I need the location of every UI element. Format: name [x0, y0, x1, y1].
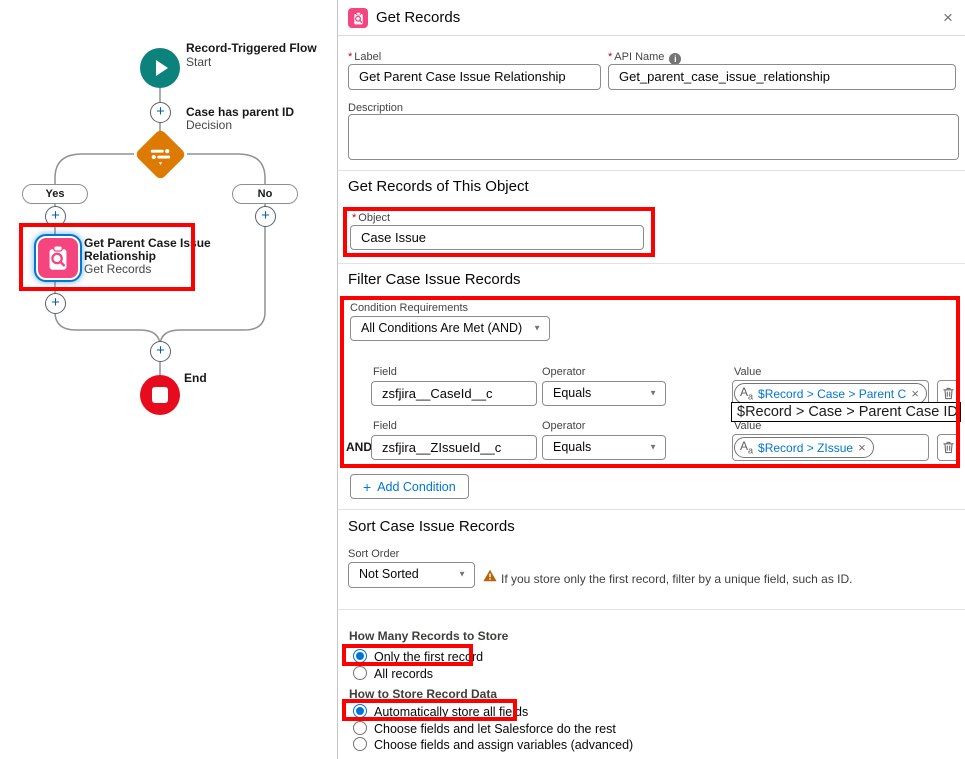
get-records-header-icon [348, 8, 368, 28]
decision-icon [148, 142, 174, 168]
add-condition-button[interactable]: + Add Condition [350, 474, 469, 499]
radio-only-first-record[interactable] [353, 649, 367, 663]
condition-requirements-label: Condition Requirements [350, 302, 468, 314]
api-name-input[interactable]: Get_parent_case_issue_relationship [608, 64, 956, 90]
plus-icon: + [156, 103, 165, 120]
value-pill[interactable]: Aa $Record > ZIssue × [734, 437, 874, 458]
value-pill-text: $Record > Case > Parent Ca... [758, 387, 906, 401]
start-node[interactable] [140, 48, 180, 88]
remove-value-icon[interactable]: × [858, 440, 866, 455]
chevron-down-icon: ▼ [533, 316, 541, 339]
object-field-label: *Object [352, 212, 390, 224]
radio-auto-store-all-fields[interactable] [353, 704, 367, 718]
remove-value-icon[interactable]: × [911, 386, 919, 401]
radio-all-records[interactable] [353, 666, 367, 680]
plus-icon: + [51, 294, 60, 311]
radio-label[interactable]: All records [374, 667, 433, 681]
start-node-subtitle: Start [186, 56, 211, 69]
value-column-label: Value [734, 366, 761, 378]
panel-header: Get Records × [338, 0, 965, 36]
operator-column-label: Operator [542, 366, 585, 378]
add-element-button[interactable]: + [45, 206, 66, 227]
trash-icon [942, 440, 955, 455]
value-pill-text: $Record > ZIssue [758, 441, 853, 455]
text-type-icon: Aa [740, 386, 753, 401]
and-operator-label: AND [346, 440, 372, 454]
sort-order-label: Sort Order [348, 548, 399, 560]
branch-label-yes[interactable]: Yes [22, 184, 88, 204]
label-input[interactable]: Get Parent Case Issue Relationship [348, 64, 601, 90]
description-label: Description [348, 102, 403, 114]
required-marker: * [608, 51, 612, 63]
object-input[interactable]: Case Issue [350, 225, 644, 250]
start-node-title: Record-Triggered Flow [186, 42, 317, 55]
filter-field-input[interactable]: zsfjira__CaseId__c [371, 381, 537, 406]
value-pill[interactable]: Aa $Record > Case > Parent Ca... × [734, 383, 927, 404]
branch-label-no[interactable]: No [232, 184, 298, 204]
label-field-label: *Label [348, 51, 381, 63]
get-records-config-panel: Get Records × *Label Get Parent Case Iss… [337, 0, 965, 759]
field-column-label: Field [373, 420, 397, 432]
delete-condition-button[interactable] [937, 434, 960, 461]
chevron-down-icon: ▼ [458, 563, 466, 586]
text-type-icon: Aa [740, 440, 753, 455]
sort-order-select[interactable]: Not Sorted ▼ [348, 562, 475, 588]
sort-section-heading: Sort Case Issue Records [348, 518, 515, 535]
object-section-heading: Get Records of This Object [348, 178, 529, 195]
chevron-down-icon: ▼ [649, 381, 657, 404]
flow-canvas[interactable]: Record-Triggered Flow Start + + + + + Ca… [0, 0, 337, 759]
panel-title: Get Records [376, 9, 460, 26]
filter-value-input[interactable]: Aa $Record > ZIssue × [732, 434, 929, 461]
chevron-down-icon: ▼ [649, 435, 657, 458]
play-icon [140, 48, 180, 88]
value-tooltip: $Record > Case > Parent Case ID [731, 402, 961, 422]
get-records-node[interactable] [36, 236, 80, 280]
stop-icon [152, 387, 168, 403]
plus-icon: + [156, 342, 165, 359]
add-element-button[interactable]: + [150, 102, 171, 123]
condition-requirements-select[interactable]: All Conditions Are Met (AND) ▼ [350, 316, 550, 341]
end-node[interactable] [140, 375, 180, 415]
sort-warning-text: If you store only the first record, filt… [501, 572, 853, 586]
store-count-heading: How Many Records to Store [349, 629, 508, 643]
filter-section-heading: Filter Case Issue Records [348, 271, 521, 288]
description-textarea[interactable] [348, 114, 959, 160]
filter-field-input[interactable]: zsfjira__ZIssueId__c [371, 435, 537, 460]
decision-node-subtitle: Decision [186, 119, 232, 132]
add-element-button[interactable]: + [150, 341, 171, 362]
operator-column-label: Operator [542, 420, 585, 432]
filter-operator-select[interactable]: Equals ▼ [542, 435, 666, 460]
required-marker: * [352, 212, 356, 224]
required-marker: * [348, 51, 352, 63]
radio-label[interactable]: Only the first record [374, 650, 483, 664]
add-element-button[interactable]: + [255, 206, 276, 227]
trash-icon [942, 386, 955, 401]
radio-choose-fields-salesforce[interactable] [353, 721, 367, 735]
get-records-node-subtitle: Get Records [84, 263, 151, 276]
get-records-icon [43, 243, 73, 273]
radio-choose-fields-advanced[interactable] [353, 737, 367, 751]
filter-operator-select[interactable]: Equals ▼ [542, 381, 666, 406]
plus-icon: + [51, 207, 60, 224]
close-icon[interactable]: × [943, 8, 953, 28]
radio-label[interactable]: Automatically store all fields [374, 705, 528, 719]
store-mode-heading: How to Store Record Data [349, 687, 497, 701]
radio-label[interactable]: Choose fields and let Salesforce do the … [374, 722, 616, 736]
field-column-label: Field [373, 366, 397, 378]
warning-icon [483, 569, 497, 582]
plus-icon: + [363, 479, 371, 495]
api-name-field-label: *API Namei [608, 51, 681, 65]
plus-icon: + [261, 207, 270, 224]
add-element-button[interactable]: + [45, 293, 66, 314]
radio-label[interactable]: Choose fields and assign variables (adva… [374, 738, 633, 752]
end-node-label: End [184, 372, 207, 385]
